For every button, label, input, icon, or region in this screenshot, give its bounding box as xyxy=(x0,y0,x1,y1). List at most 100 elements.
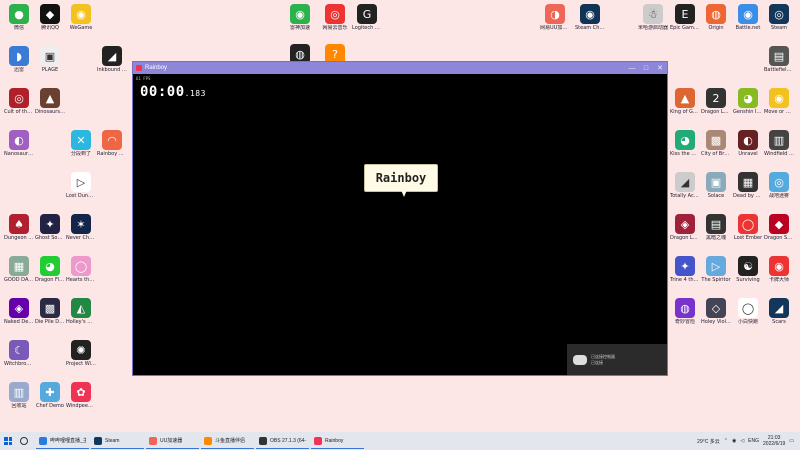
desktop-shortcut[interactable]: ◑ 网易UU加速器 xyxy=(540,4,570,31)
desktop-shortcut[interactable]: ▣ Solace xyxy=(701,172,731,199)
desktop-shortcut[interactable]: ◕Kiss the Guardian xyxy=(670,130,700,157)
app-shortcut-icon: ✶ xyxy=(71,214,91,234)
taskbar-app[interactable]: Steam xyxy=(91,433,144,449)
desktop-shortcut[interactable]: ◕Dragon Flower xyxy=(35,256,65,283)
desktop-shortcut[interactable]: ▦Dead by Daylight xyxy=(733,172,763,199)
desktop-shortcut[interactable]: ◉ 雷神加速 xyxy=(285,4,315,31)
desktop-shortcut[interactable]: ◇ Holey Violet xyxy=(701,298,731,325)
desktop-shortcut[interactable]: ◯ Lost Ember xyxy=(733,214,763,241)
network-icon[interactable]: ◉ xyxy=(732,438,736,444)
desktop-shortcut[interactable]: ▲Dinosaurs Demo xyxy=(35,88,65,115)
desktop-shortcut[interactable]: ◐ Unravel xyxy=(733,130,763,157)
desktop-shortcut[interactable]: ✚ Chef Demo xyxy=(35,382,65,409)
desktop-shortcut[interactable]: ✦Trine 4 the Nightmare xyxy=(670,256,700,283)
close-button[interactable]: ✕ xyxy=(653,64,667,72)
desktop-shortcut[interactable]: ✕ 分段到了 xyxy=(66,130,96,157)
desktop-shortcut[interactable]: ◢Totally Accurate xyxy=(670,172,700,199)
shortcut-label: Dead by Daylight xyxy=(733,193,763,199)
desktop-shortcut[interactable]: ◯ 小白快跑 xyxy=(733,298,763,325)
desktop-shortcut[interactable]: ◉ 卡牌大师 xyxy=(764,256,794,283)
desktop-shortcut[interactable]: ▩Die Pile Demo xyxy=(35,298,65,325)
desktop-shortcut[interactable]: ◎ Steam xyxy=(764,4,794,31)
desktop-shortcut[interactable]: ◈ Naked Demo xyxy=(4,298,34,325)
desktop-shortcut[interactable]: ◠Rainboy Demo xyxy=(97,130,127,157)
shortcut-label: Windpeen and Ter.. xyxy=(66,403,96,409)
desktop-shortcut[interactable]: ● 微信 xyxy=(4,4,34,31)
desktop-shortcut[interactable]: ▤ Battlefield 1 xyxy=(764,46,794,73)
desktop-shortcut[interactable]: ◉ WeGame xyxy=(66,4,96,31)
desktop-shortcut[interactable]: 2Dragon Legacy 2 xyxy=(701,88,731,115)
desktop-shortcut[interactable]: EEpic Games Launcher xyxy=(670,4,700,31)
shortcut-label: Origin xyxy=(708,25,724,31)
desktop-shortcut[interactable]: ◗ 迅雷 xyxy=(4,46,34,73)
shortcut-label: Trine 4 the Nightmare xyxy=(670,277,700,283)
desktop-shortcut[interactable]: ✶Never Checkmate xyxy=(66,214,96,241)
language-indicator[interactable]: ENG xyxy=(748,438,759,444)
desktop-shortcut[interactable]: ▥Windfield Gardens xyxy=(764,130,794,157)
taskbar-app[interactable]: 哔哔哩哩直播_主机和... xyxy=(36,433,89,449)
shortcut-label: 雷神加速 xyxy=(289,25,310,31)
desktop-shortcut[interactable]: ✿Windpeen and Ter.. xyxy=(66,382,96,409)
desktop-shortcut[interactable]: ◢ Scars xyxy=(764,298,794,325)
desktop-shortcut[interactable]: ▥ 回收站 xyxy=(4,382,34,409)
desktop-shortcut[interactable]: ▣ PLAGE xyxy=(35,46,65,73)
app-shortcut-icon: ☃ xyxy=(643,4,663,24)
desktop-shortcut[interactable]: ▦ GOOD DATE xyxy=(4,256,34,283)
volume-icon[interactable]: ◁ xyxy=(740,438,744,444)
desktop-shortcut[interactable]: ☃ 米哈游启动器 xyxy=(638,4,668,31)
app-shortcut-icon: ◯ xyxy=(738,214,758,234)
desktop-shortcut[interactable]: ◯Hearts the Dungeon xyxy=(66,256,96,283)
desktop-shortcut[interactable]: ◎ 网易云音乐 xyxy=(320,4,350,31)
desktop-shortcut[interactable]: ◎ 战地迷雾 xyxy=(764,172,794,199)
app-shortcut-icon: ◉ xyxy=(769,88,789,108)
app-shortcut-icon: ▥ xyxy=(769,130,789,150)
desktop-shortcut[interactable]: ♠Dungeon Rocket xyxy=(4,214,34,241)
desktop-shortcut[interactable]: ▲ King of Gaint xyxy=(670,88,700,115)
taskbar-app-label: 哔哔哩哩直播_主机和... xyxy=(50,438,86,444)
desktop-shortcut[interactable]: ◕Genshin Impact xyxy=(733,88,763,115)
chevron-up-icon[interactable]: ⌃ xyxy=(724,438,728,444)
desktop-shortcut[interactable]: ✺Project Wind Rocket's xyxy=(66,340,96,367)
desktop-shortcut[interactable]: ◉Steam Charter xyxy=(575,4,605,31)
search-icon[interactable] xyxy=(20,437,28,445)
desktop-shortcut[interactable]: ◐Nanosaur's Odyssey xyxy=(4,130,34,157)
desktop-shortcut[interactable]: ◈Dragon Legacy xyxy=(670,214,700,241)
app-shortcut-icon: ▥ xyxy=(9,382,29,402)
game-window[interactable]: Rainboy — □ ✕ 61 FPS 00:00.183 Rainboy xyxy=(133,62,667,375)
taskbar-app[interactable]: OBS 27.1.3 (64-bi... xyxy=(256,433,309,449)
start-button[interactable] xyxy=(0,432,16,450)
desktop-shortcut[interactable]: ◉ Battle.net xyxy=(733,4,763,31)
desktop-shortcut[interactable]: ◆ Dragon Spirit xyxy=(764,214,794,241)
weather-status[interactable]: 29°C 多云 xyxy=(697,438,720,445)
desktop-shortcut[interactable]: ◢Inkbound Demo xyxy=(97,46,127,73)
taskbar-app[interactable]: UU加速器 xyxy=(146,433,199,449)
desktop-shortcut[interactable]: ▷Lost Dungeons xyxy=(66,172,96,199)
taskbar-app[interactable]: 斗鱼直播伴侣 xyxy=(201,433,254,449)
desktop-shortcut[interactable]: ◉ Move or Die xyxy=(764,88,794,115)
window-titlebar[interactable]: Rainboy — □ ✕ xyxy=(133,62,667,74)
shortcut-label: Witchbrook Demo xyxy=(4,361,34,367)
maximize-button[interactable]: □ xyxy=(639,65,653,72)
controller-toast[interactable]: 已连接控制器 已连接 xyxy=(567,344,667,375)
desktop-shortcut[interactable]: ☯ Surviving xyxy=(733,256,763,283)
minimize-button[interactable]: — xyxy=(625,65,639,72)
desktop-shortcut[interactable]: ◭Holley's Decay xyxy=(66,298,96,325)
app-shortcut-icon: ◉ xyxy=(738,4,758,24)
desktop-shortcut[interactable]: GLogitech G HUB xyxy=(352,4,382,31)
clock[interactable]: 21:03 2022/6/19 xyxy=(763,435,785,447)
desktop-shortcut[interactable]: ▷ The Spiritor xyxy=(701,256,731,283)
desktop-shortcut[interactable]: ▩ City of Brass xyxy=(701,130,731,157)
shortcut-label: Epic Games Launcher xyxy=(670,25,700,31)
taskbar-app[interactable]: Rainboy xyxy=(311,433,364,449)
desktop-shortcut[interactable]: ◆ 腾讯QQ xyxy=(35,4,65,31)
app-shortcut-icon: ◢ xyxy=(769,298,789,318)
desktop-shortcut[interactable]: ✦Ghost Song Demo xyxy=(35,214,65,241)
desktop-shortcut[interactable]: ◎Cult of the Lamb Demo xyxy=(4,88,34,115)
desktop-shortcut[interactable]: ◍ 奇妙冒险 xyxy=(670,298,700,325)
desktop-shortcut[interactable]: ☾Witchbrook Demo xyxy=(4,340,34,367)
shortcut-label: Unravel xyxy=(738,151,758,157)
desktop-shortcut[interactable]: ▤ 黑暗之魂 xyxy=(701,214,731,241)
notification-icon[interactable]: ▭ xyxy=(789,438,794,444)
shortcut-label: Solace xyxy=(707,193,725,199)
desktop-shortcut[interactable]: ◍ Origin xyxy=(701,4,731,31)
